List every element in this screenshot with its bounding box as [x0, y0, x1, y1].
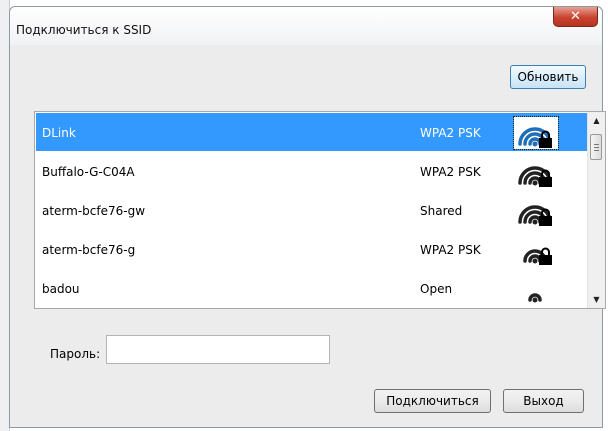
- wifi-signal-icon: [528, 293, 542, 303]
- wifi-signal-locked-icon: [513, 116, 559, 150]
- title-bar[interactable]: Подключиться к SSID ✕: [10, 7, 602, 45]
- close-button[interactable]: ✕: [553, 7, 598, 27]
- close-icon: ✕: [570, 9, 581, 24]
- refresh-button[interactable]: Обновить: [510, 65, 586, 89]
- scroll-thumb[interactable]: [590, 134, 602, 160]
- network-ssid: DLink: [42, 126, 76, 140]
- signal-dot: [532, 219, 538, 225]
- network-security: Open: [420, 282, 453, 296]
- connect-button[interactable]: Подключиться: [374, 389, 491, 413]
- network-ssid: aterm-bcfe76-g: [42, 243, 136, 257]
- network-row[interactable]: DLink WPA2 PSK: [36, 113, 588, 151]
- network-row[interactable]: badou Open: [36, 269, 588, 307]
- password-label: Пароль:: [50, 347, 101, 361]
- connect-ssid-dialog: Подключиться к SSID ✕ Обновить DLink WPA2…: [9, 6, 606, 428]
- password-input[interactable]: [106, 335, 330, 364]
- network-row[interactable]: Buffalo-G-C04A WPA2 PSK: [36, 152, 588, 190]
- grip-line: [594, 150, 599, 151]
- network-security: WPA2 PSK: [420, 243, 481, 257]
- network-row[interactable]: aterm-bcfe76-gw Shared: [36, 191, 588, 229]
- wifi-signal-locked-icon: [523, 247, 552, 265]
- signal-dot: [532, 258, 538, 264]
- signal-dot: [532, 180, 538, 186]
- network-ssid: badou: [42, 282, 80, 296]
- network-security: WPA2 PSK: [420, 126, 481, 140]
- scroll-up-arrow-icon[interactable]: ▲: [588, 112, 605, 129]
- network-security: WPA2 PSK: [420, 165, 481, 179]
- network-ssid: aterm-bcfe76-gw: [42, 204, 146, 218]
- network-ssid: Buffalo-G-C04A: [42, 165, 135, 179]
- list-scrollbar[interactable]: ▲ ▼: [587, 112, 605, 308]
- exit-button[interactable]: Выход: [503, 389, 584, 413]
- signal-dot: [532, 141, 538, 147]
- network-list[interactable]: DLink WPA2 PSK Buffalo-G-C04A WPA2 PSK aterm…: [34, 111, 606, 309]
- lock-icon: [539, 255, 552, 265]
- network-security: Shared: [420, 204, 463, 218]
- signal-dot: [532, 297, 538, 303]
- grip-line: [594, 147, 599, 148]
- wifi-signal-locked-icon: [518, 166, 552, 187]
- network-row[interactable]: aterm-bcfe76-g WPA2 PSK: [36, 230, 588, 268]
- lock-icon: [539, 177, 552, 187]
- wifi-signal-locked-icon: [518, 205, 552, 226]
- grip-line: [594, 144, 599, 145]
- window-title: Подключиться к SSID: [16, 23, 152, 37]
- scroll-down-arrow-icon[interactable]: ▼: [588, 291, 605, 308]
- lock-icon: [539, 138, 552, 148]
- lock-icon: [539, 216, 552, 226]
